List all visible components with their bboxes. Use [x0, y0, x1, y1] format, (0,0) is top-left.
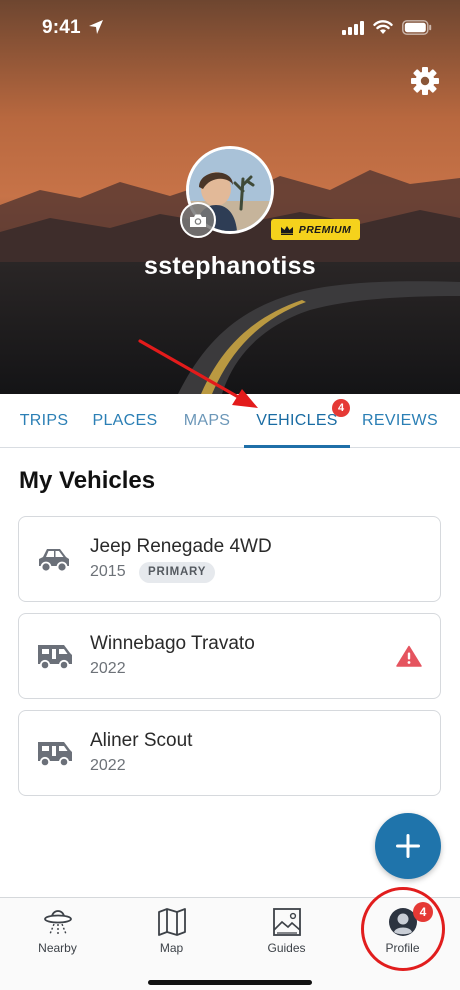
primary-badge: PRIMARY — [139, 562, 216, 583]
avatar-container — [180, 146, 274, 238]
nav-guides-label: Guides — [267, 941, 306, 955]
nav-guides[interactable]: Guides — [229, 898, 344, 968]
tab-maps[interactable]: MAPS — [182, 394, 232, 448]
nav-nearby-label: Nearby — [38, 941, 77, 955]
vehicle-year: 2015 — [90, 563, 126, 580]
crown-icon — [280, 225, 293, 235]
vehicle-card[interactable]: Jeep Renegade 4WD 2015 PRIMARY — [18, 516, 441, 602]
vehicle-year: 2022 — [90, 660, 126, 677]
vehicle-card[interactable]: Aliner Scout 2022 — [18, 710, 441, 796]
tab-vehicles-label: VEHICLES — [256, 412, 338, 429]
nav-map-label: Map — [159, 941, 184, 955]
vehicle-card[interactable]: Winnebago Travato 2022 — [18, 613, 441, 699]
profile-header: 9:41 PREMIUM sstephanotiss — [0, 0, 460, 394]
tab-vehicles-badge: 4 — [332, 399, 350, 417]
status-indicators — [342, 20, 432, 35]
home-indicator[interactable] — [148, 980, 312, 985]
premium-badge: PREMIUM — [271, 219, 360, 240]
tab-trips[interactable]: TRIPS — [18, 394, 70, 448]
vehicle-name: Jeep Renegade 4WD — [90, 536, 272, 557]
map-icon — [157, 908, 186, 936]
signal-icon — [342, 20, 364, 35]
tab-reviews[interactable]: REVIEWS — [361, 394, 439, 448]
ufo-icon — [43, 910, 72, 935]
settings-gear-icon[interactable] — [410, 66, 440, 96]
premium-label: PREMIUM — [298, 223, 352, 236]
camera-icon — [190, 214, 206, 227]
battery-icon — [402, 20, 432, 35]
vehicle-name: Winnebago Travato — [90, 633, 255, 654]
status-bar: 9:41 — [0, 0, 460, 58]
add-vehicle-button[interactable] — [375, 813, 441, 879]
status-time: 9:41 — [42, 17, 81, 38]
profile-tabs: TRIPS PLACES MAPS VEHICLES 4 REVIEWS — [0, 394, 460, 448]
plus-icon — [396, 834, 420, 858]
username: sstephanotiss — [143, 252, 316, 280]
nav-map[interactable]: Map — [114, 898, 229, 968]
location-arrow-icon — [89, 20, 103, 34]
car-icon — [39, 549, 69, 573]
change-photo-button[interactable] — [180, 202, 216, 238]
vehicle-name: Aliner Scout — [90, 730, 193, 751]
nav-nearby[interactable]: Nearby — [0, 898, 115, 968]
tab-places[interactable]: PLACES — [92, 394, 158, 448]
vehicle-year: 2022 — [90, 757, 126, 774]
guides-icon — [272, 908, 301, 936]
annotation-circle — [361, 887, 445, 971]
section-title: My Vehicles — [19, 467, 156, 494]
rv-icon — [38, 645, 72, 671]
rv-icon — [38, 742, 72, 768]
wifi-icon — [373, 20, 393, 34]
warning-icon[interactable] — [396, 645, 422, 667]
